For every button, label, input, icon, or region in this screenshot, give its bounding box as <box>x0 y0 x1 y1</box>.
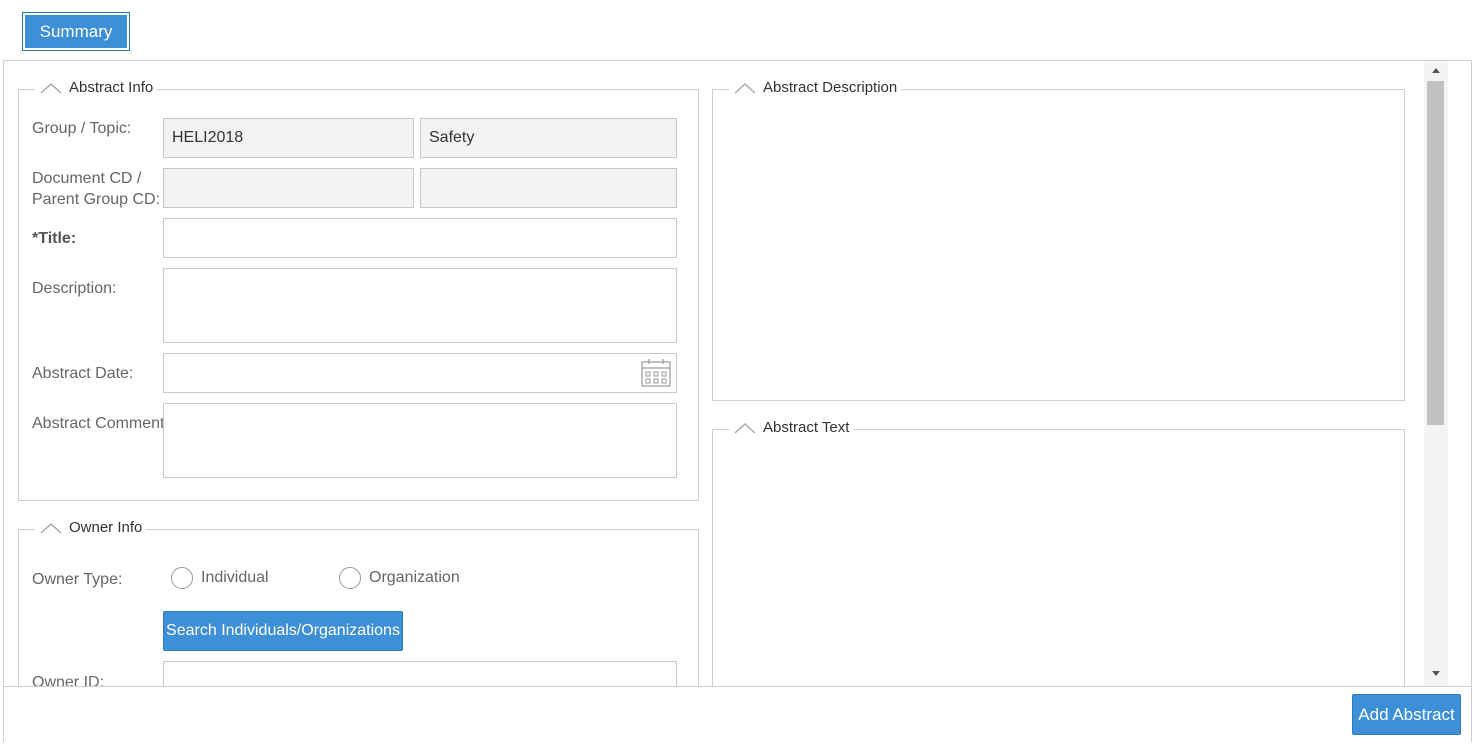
topic-field[interactable]: Safety <box>420 118 677 158</box>
individual-label[interactable]: Individual <box>201 569 269 587</box>
group-topic-label: Group / Topic: <box>32 120 132 137</box>
radio-organization[interactable] <box>339 567 361 589</box>
document-cd-label-line2: Parent Group CD: <box>32 191 161 208</box>
document-cd-label-line1: Document CD / <box>32 170 142 187</box>
radio-individual[interactable] <box>171 567 193 589</box>
owner-info-legend[interactable]: Owner Info <box>35 519 147 536</box>
abstract-description-section: Abstract Description <box>712 79 1405 401</box>
vertical-scrollbar[interactable] <box>1424 61 1448 686</box>
abstract-date-label: Abstract Date: <box>32 365 134 382</box>
add-abstract-button[interactable]: Add Abstract <box>1352 694 1461 735</box>
scroll-up-arrow-icon[interactable] <box>1432 68 1440 73</box>
abstract-info-legend[interactable]: Abstract Info <box>35 79 158 96</box>
footer-bar: Add Abstract <box>4 686 1471 742</box>
chevron-up-icon[interactable] <box>39 521 63 535</box>
chevron-up-icon[interactable] <box>733 421 757 435</box>
description-input[interactable] <box>163 268 677 343</box>
abstract-text-title: Abstract Text <box>763 419 850 436</box>
title-input[interactable] <box>163 218 677 258</box>
abstract-text-section: Abstract Text <box>712 419 1405 686</box>
abstract-description-legend[interactable]: Abstract Description <box>729 79 902 96</box>
abstract-description-title: Abstract Description <box>763 79 898 96</box>
calendar-icon[interactable] <box>641 359 671 387</box>
chevron-up-icon[interactable] <box>733 81 757 95</box>
abstract-info-title: Abstract Info <box>69 79 154 96</box>
description-label: Description: <box>32 280 117 297</box>
owner-id-input[interactable] <box>163 661 677 686</box>
main-panel: Abstract Info Group / Topic: HELI2018 Sa… <box>3 60 1472 742</box>
owner-info-section: Owner Info Owner Type: Individual Organi… <box>18 519 699 686</box>
owner-id-label: Owner ID: <box>32 674 105 686</box>
parent-group-cd-field[interactable] <box>420 168 677 208</box>
organization-label[interactable]: Organization <box>369 569 460 587</box>
abstract-comment-label: Abstract Comment: <box>32 415 169 432</box>
owner-info-title: Owner Info <box>69 519 143 536</box>
document-cd-field[interactable] <box>163 168 414 208</box>
title-label: *Title: <box>32 230 77 247</box>
scroll-area: Abstract Info Group / Topic: HELI2018 Sa… <box>4 61 1448 686</box>
tab-summary[interactable]: Summary <box>22 12 130 51</box>
owner-type-label: Owner Type: <box>32 571 123 588</box>
chevron-up-icon[interactable] <box>39 81 63 95</box>
abstract-info-section: Abstract Info Group / Topic: HELI2018 Sa… <box>18 79 699 501</box>
scroll-down-arrow-icon[interactable] <box>1432 671 1440 676</box>
group-field[interactable]: HELI2018 <box>163 118 414 158</box>
document-cd-label: Document CD / Parent Group CD: <box>32 168 160 210</box>
scrollbar-thumb[interactable] <box>1427 81 1444 425</box>
search-individuals-organizations-button[interactable]: Search Individuals/Organizations <box>163 611 403 651</box>
abstract-text-legend[interactable]: Abstract Text <box>729 419 854 436</box>
abstract-comment-input[interactable] <box>163 403 677 478</box>
abstract-date-input[interactable] <box>163 353 677 393</box>
